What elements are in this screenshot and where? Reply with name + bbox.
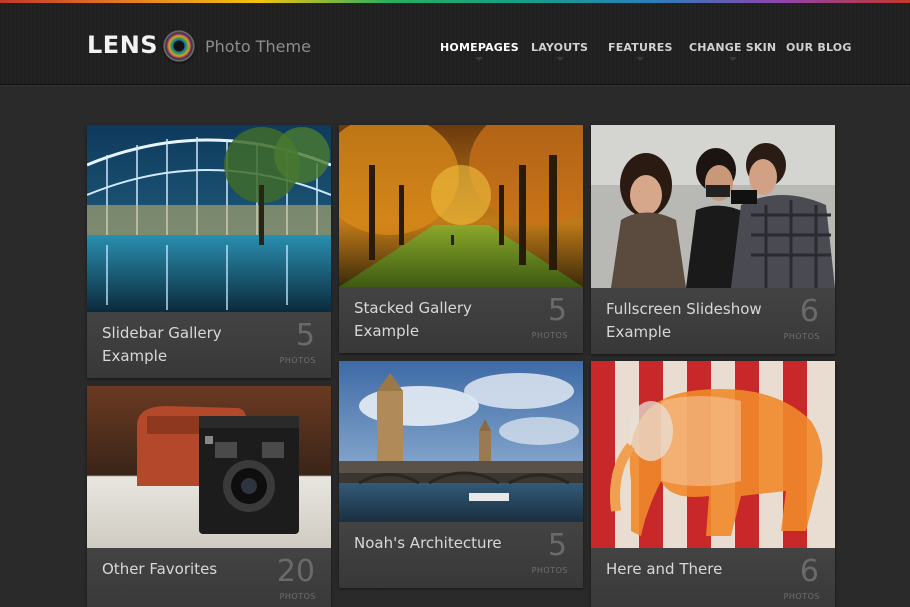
- gallery-title[interactable]: Here and There: [606, 558, 776, 581]
- photo-count: 20: [276, 554, 315, 589]
- gallery-caption: Fullscreen Slideshow Example 6 PHOTOS: [591, 288, 835, 354]
- gallery-title[interactable]: Slidebar Gallery Example: [102, 322, 272, 368]
- nav-label: HOMEPAGES: [440, 41, 519, 54]
- photo-count-unit: PHOTOS: [783, 332, 820, 341]
- gallery-caption: Noah's Architecture 5 PHOTOS: [339, 522, 583, 588]
- gallery-title[interactable]: Noah's Architecture: [354, 532, 524, 555]
- photo-count-unit: PHOTOS: [531, 566, 568, 575]
- gallery-card-favorites[interactable]: Other Favorites 20 PHOTOS: [87, 386, 331, 607]
- nav-label: FEATURES: [608, 41, 673, 54]
- nav-item-change-skin[interactable]: CHANGE SKIN: [689, 41, 777, 61]
- dropdown-arrow-icon: [728, 57, 737, 61]
- site-header: LENS Photo Theme HOMEPAGES LAYOUTS FEATU…: [0, 3, 910, 85]
- photo-count: 6: [799, 294, 819, 329]
- nav-label: CHANGE SKIN: [689, 41, 777, 54]
- photo-count: 5: [295, 318, 315, 353]
- gallery-card-fullscreen[interactable]: Fullscreen Slideshow Example 6 PHOTOS: [591, 125, 835, 354]
- gallery-title[interactable]: Fullscreen Slideshow Example: [606, 298, 776, 344]
- dropdown-arrow-icon: [475, 57, 484, 61]
- gallery-card-architecture[interactable]: Noah's Architecture 5 PHOTOS: [339, 361, 583, 588]
- gallery-card-stacked[interactable]: Stacked Gallery Example 5 PHOTOS: [339, 125, 583, 353]
- gallery-thumbnail[interactable]: [339, 361, 583, 522]
- photo-count: 5: [547, 293, 567, 328]
- dropdown-arrow-icon: [636, 57, 645, 61]
- gallery-caption: Slidebar Gallery Example 5 PHOTOS: [87, 312, 331, 378]
- nav-label: OUR BLOG: [786, 41, 852, 54]
- gallery-thumbnail[interactable]: [591, 125, 835, 288]
- gallery-card-slidebar[interactable]: Slidebar Gallery Example 5 PHOTOS: [87, 125, 331, 378]
- nav-item-layouts[interactable]: LAYOUTS: [531, 41, 589, 61]
- dropdown-arrow-icon: [555, 57, 564, 61]
- photo-count-unit: PHOTOS: [531, 331, 568, 340]
- gallery-title[interactable]: Other Favorites: [102, 558, 272, 581]
- main-nav: HOMEPAGES LAYOUTS FEATURES CHANGE SKIN O…: [0, 41, 910, 61]
- nav-item-features[interactable]: FEATURES: [608, 41, 673, 61]
- gallery-caption: Here and There 6 PHOTOS: [591, 548, 835, 607]
- photo-count-unit: PHOTOS: [279, 356, 316, 365]
- nav-item-our-blog[interactable]: OUR BLOG: [786, 41, 852, 54]
- gallery-caption: Stacked Gallery Example 5 PHOTOS: [339, 287, 583, 353]
- photo-count: 5: [547, 528, 567, 563]
- nav-item-homepages[interactable]: HOMEPAGES: [440, 41, 519, 61]
- photo-count-unit: PHOTOS: [783, 592, 820, 601]
- gallery-thumbnail[interactable]: [87, 386, 331, 548]
- gallery-caption: Other Favorites 20 PHOTOS: [87, 548, 331, 607]
- gallery-thumbnail[interactable]: [591, 361, 835, 548]
- gallery-card-here-and-there[interactable]: Here and There 6 PHOTOS: [591, 361, 835, 607]
- gallery-thumbnail[interactable]: [87, 125, 331, 312]
- gallery-title[interactable]: Stacked Gallery Example: [354, 297, 524, 343]
- photo-count-unit: PHOTOS: [279, 592, 316, 601]
- gallery-thumbnail[interactable]: [339, 125, 583, 287]
- nav-label: LAYOUTS: [531, 41, 589, 54]
- photo-count: 6: [799, 554, 819, 589]
